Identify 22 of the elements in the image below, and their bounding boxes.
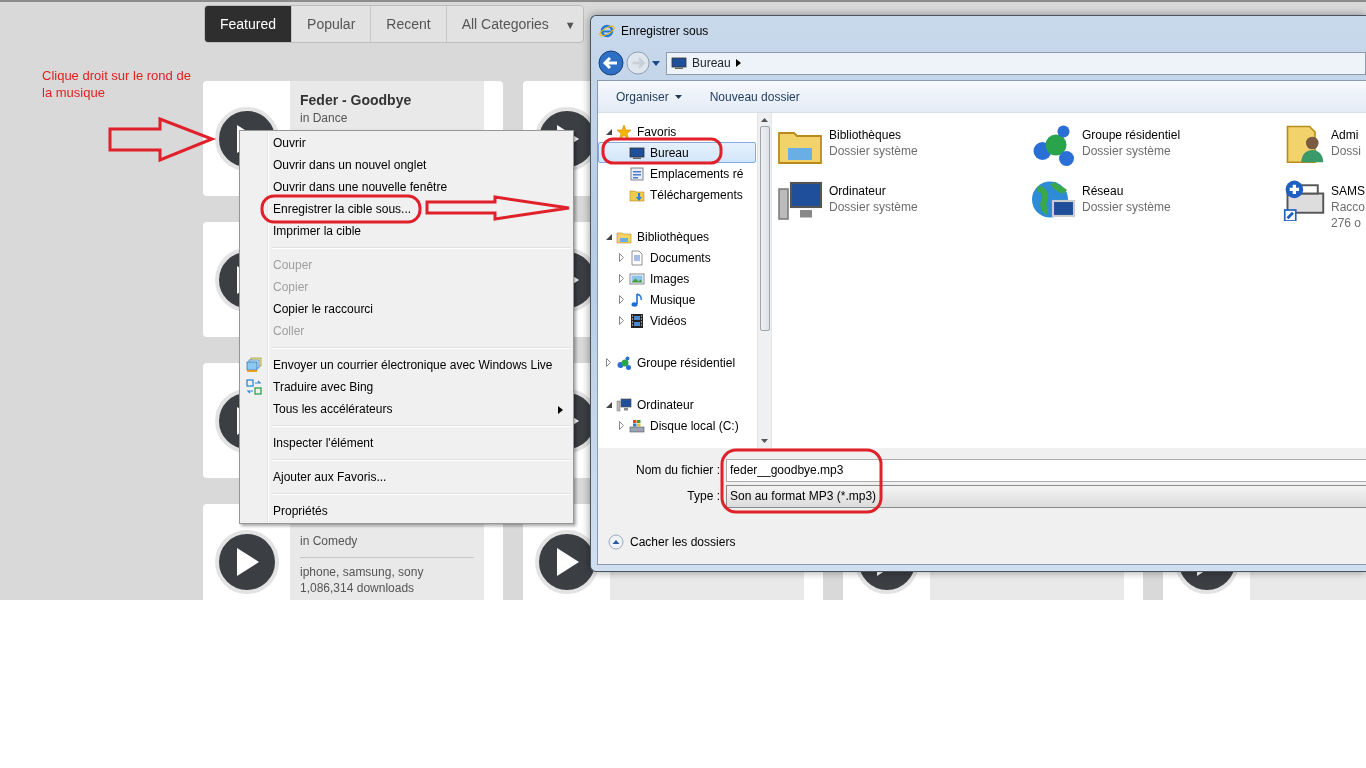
song-tags: iphone, samsung, sony [300, 565, 474, 579]
file-detail: Dossi [1331, 143, 1361, 159]
field-label: Type : [686, 488, 721, 505]
file-detail: Dossier système [829, 143, 918, 159]
file-detail: Racco [1331, 199, 1365, 215]
annotation-text: Clique droit sur le rond de la musique [42, 67, 192, 101]
file-name: Réseau [1082, 183, 1125, 199]
file-detail: Dossier système [829, 199, 918, 215]
file-name: SAMS [1331, 183, 1365, 199]
song-category: in Dance [300, 111, 349, 125]
file-detail: Dossier système [1082, 143, 1172, 159]
file-name: Groupe résidentiel [1082, 127, 1181, 143]
song-title: Feder - Goodbye [300, 92, 413, 109]
file-name: Ordinateur [829, 183, 887, 199]
song-category: in Comedy [300, 534, 359, 548]
file-name: Admi [1331, 127, 1360, 143]
field-label: Nom du fichier : [634, 462, 721, 479]
window-title: Enregistrer sous [621, 23, 709, 40]
file-detail: Dossier système [1082, 199, 1171, 215]
download-count: 1,086,314 downloads [300, 581, 416, 595]
file-name: Bibliothèques [829, 127, 903, 143]
file-detail: 276 o [1331, 215, 1363, 231]
